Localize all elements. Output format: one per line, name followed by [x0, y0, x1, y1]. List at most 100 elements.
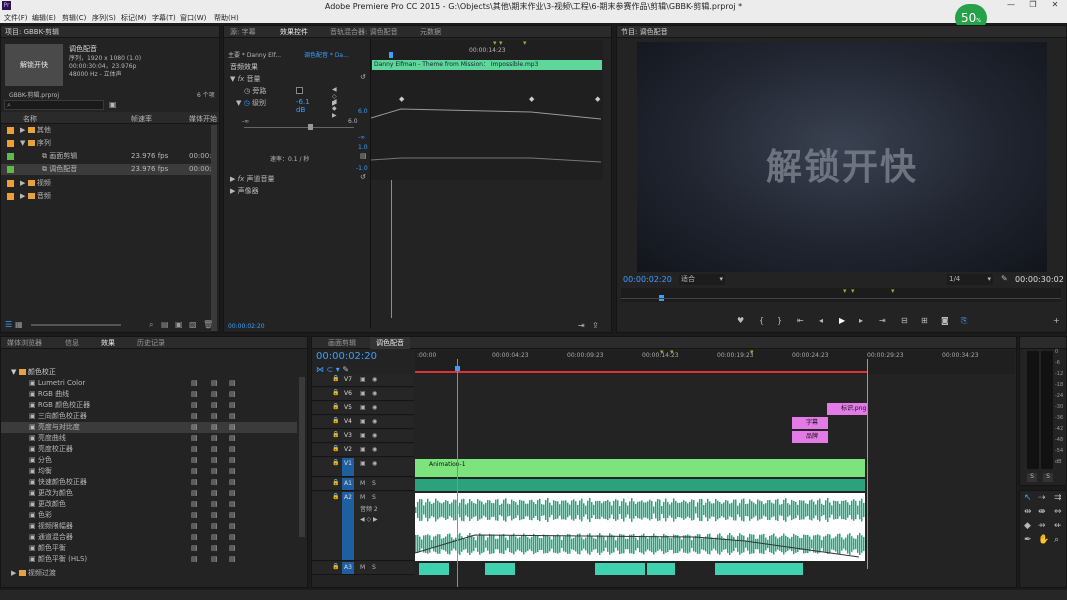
tab-metadata[interactable]: 元数据 [420, 26, 441, 38]
menu-help[interactable]: 帮助(H) [214, 13, 239, 23]
track-target[interactable]: V1 [342, 458, 354, 476]
new-item-icon[interactable]: ▧ [189, 320, 197, 329]
effect-item[interactable]: ▣ RGB 曲线 ▤ ▤ ▤ [1, 389, 297, 400]
solo-button[interactable]: S [372, 564, 376, 571]
find-icon[interactable]: ⌕ [149, 320, 153, 330]
marker-add-icon[interactable]: ♥ [737, 316, 744, 325]
timeline-timecode[interactable]: 00:00:02:20 [316, 351, 377, 362]
level-slider-handle[interactable] [308, 124, 313, 130]
rolling-edit-tool-icon[interactable]: ⇼ [1038, 507, 1046, 517]
list-item[interactable]: ▶ 其他 [1, 125, 213, 136]
linked-selection-icon[interactable]: ⊂ [327, 365, 334, 374]
step-back-icon[interactable]: ◂ [819, 316, 823, 325]
ec-timecode[interactable]: 00:00:02:20 [228, 323, 265, 330]
audio-clip-a2[interactable] [415, 493, 865, 561]
effect-item[interactable]: ▣ RGB 颜色校正器 ▤ ▤ ▤ [1, 400, 297, 411]
lock-icon[interactable]: 🔒 [332, 493, 339, 500]
expand-icon[interactable]: ▶ [20, 126, 25, 134]
slide-tool-icon[interactable]: ⇷ [1054, 521, 1062, 531]
icon-view-icon[interactable]: ▦ [15, 320, 23, 329]
video-preview[interactable]: 解锁开快 [637, 42, 1047, 272]
menu-sequence[interactable]: 序列(S) [92, 13, 116, 23]
effects-group-header[interactable]: ▼ 颜色校正 [11, 367, 56, 377]
audio-clip-a1[interactable] [415, 479, 865, 491]
keyframe-marker[interactable]: ◆ [399, 95, 405, 103]
sync-lock-icon[interactable]: ▣ [360, 460, 366, 467]
mark-in-icon[interactable]: { [759, 316, 764, 325]
effect-item[interactable]: ▣ 均衡 ▤ ▤ ▤ [1, 466, 297, 477]
audio-clip-bar[interactable]: Danny Elfman - Theme from Mission： Impos… [372, 60, 602, 70]
sync-lock-icon[interactable]: ▣ [360, 418, 366, 425]
title-clip-brand[interactable]: 品牌 [792, 431, 828, 443]
effect-item[interactable]: ▣ 通道混合器 ▤ ▤ ▤ [1, 532, 297, 543]
sync-lock-icon[interactable]: ▣ [360, 404, 366, 411]
rate-stretch-tool-icon[interactable]: ⇔ [1054, 507, 1062, 517]
share-icon[interactable]: ⇪ [592, 321, 599, 330]
camera-icon[interactable]: ◙ [941, 316, 949, 325]
lock-icon[interactable]: 🔒 [332, 479, 339, 486]
eye-icon[interactable]: ◉ [372, 376, 377, 383]
keyframe-marker[interactable]: ◆ [529, 95, 535, 103]
audio-clip-a3[interactable] [419, 563, 449, 575]
reset-icon[interactable]: ↺ [360, 73, 366, 81]
program-scrub-bar[interactable]: ▾ ▾ ▾ [621, 287, 1061, 302]
fit-select[interactable]: 适合 ▾ [679, 274, 725, 285]
solo-right-button[interactable]: S [1043, 473, 1053, 482]
collapse-icon[interactable]: ▼ [230, 75, 235, 83]
settings-icon[interactable]: ✎ [342, 365, 349, 374]
track-target[interactable]: V3 [342, 430, 354, 442]
expand-icon[interactable]: ▶ [230, 175, 235, 183]
effect-item[interactable]: ▣ Lumetri Color ▤ ▤ ▤ [1, 378, 297, 389]
level-value[interactable]: -6.1 dB [296, 98, 310, 114]
new-bin-icon[interactable]: ▣ [109, 100, 117, 109]
tab-history[interactable]: 历史记录 [137, 337, 165, 349]
mute-button[interactable]: M [360, 564, 365, 571]
collapse-icon[interactable]: ▼ [20, 139, 25, 147]
effect-item[interactable]: ▣ 更改为颜色 ▤ ▤ ▤ [1, 488, 297, 499]
eye-icon[interactable]: ◉ [372, 418, 377, 425]
sequence-thumbnail[interactable]: 解锁开快 [5, 44, 63, 86]
audio-clip-a3[interactable] [485, 563, 515, 575]
list-item[interactable]: ▼ 序列 [1, 138, 213, 149]
ripple-edit-tool-icon[interactable]: ⇹ [1024, 507, 1032, 517]
track-target[interactable]: A2 [342, 492, 354, 560]
effect-item[interactable]: ▣ 颜色平衡 ▤ ▤ ▤ [1, 543, 297, 554]
tab-media-browser[interactable]: 媒体浏览器 [7, 337, 42, 349]
lock-icon[interactable]: 🔒 [332, 459, 339, 466]
track-select-tool-icon[interactable]: ⇢ [1038, 493, 1046, 503]
playhead-line[interactable] [457, 359, 458, 587]
expand-icon[interactable]: ▶ [11, 569, 16, 577]
tab-effects[interactable]: 效果 [101, 337, 115, 349]
mute-button[interactable]: M [360, 494, 365, 501]
sync-lock-icon[interactable]: ▣ [360, 376, 366, 383]
expand-icon[interactable]: ▶ [230, 187, 235, 195]
sync-lock-icon[interactable]: ▣ [360, 390, 366, 397]
snap-icon[interactable]: ⋈ [316, 365, 324, 374]
automate-icon[interactable]: ▤ [161, 320, 169, 329]
lock-icon[interactable]: 🔒 [332, 375, 339, 382]
solo-button[interactable]: S [372, 494, 376, 501]
program-timecode[interactable]: 00:00:02:20 [623, 275, 672, 284]
tab-sequence-edit[interactable]: 画面剪辑 [328, 337, 356, 349]
master-clip-select[interactable]: 主要 * Danny Elf... [228, 50, 281, 59]
razor-tool-icon[interactable]: ◆ [1024, 521, 1031, 531]
track-target[interactable]: A1 [342, 478, 354, 490]
eye-icon[interactable]: ◉ [372, 390, 377, 397]
col-media-start[interactable]: 媒体开始 [189, 114, 217, 124]
lock-icon[interactable]: 🔒 [332, 389, 339, 396]
effect-item[interactable]: ▣ 亮度曲线 ▤ ▤ ▤ [1, 433, 297, 444]
sync-lock-icon[interactable]: ▣ [360, 446, 366, 453]
stopwatch-icon[interactable]: ◷ [244, 99, 250, 107]
pen-tool-icon[interactable]: ✒ [1024, 535, 1032, 545]
collapse-icon[interactable]: ▼ [11, 368, 16, 376]
keyframe-marker[interactable]: ◆ [595, 95, 601, 103]
new-bin-icon[interactable]: ▣ [175, 320, 183, 329]
effect-item[interactable]: ▣ 分色 ▤ ▤ ▤ [1, 455, 297, 466]
sync-lock-icon[interactable]: ▣ [360, 432, 366, 439]
solo-button[interactable]: S [372, 480, 376, 487]
tab-sequence-color[interactable]: 调色配音 [370, 337, 410, 349]
eye-icon[interactable]: ◉ [372, 404, 377, 411]
slip-tool-icon[interactable]: ⇸ [1038, 521, 1046, 531]
audio-clip-a3[interactable] [647, 563, 675, 575]
playhead[interactable] [389, 52, 393, 58]
